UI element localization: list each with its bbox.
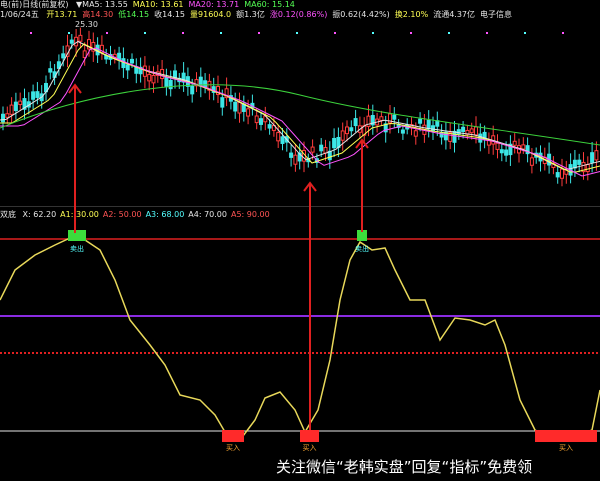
buy-signal-box [535,430,597,442]
candle-body [332,137,337,149]
candle-body [61,53,66,59]
candle-body [246,108,251,117]
candle-body [319,144,324,152]
watermark-text: 关注微信“老韩实盘”回复“指标”免费领 [276,458,533,476]
candle-body [474,126,478,136]
candle-body [353,118,358,127]
top-marker [524,32,526,34]
candle-body [529,157,534,166]
candle-body [418,118,423,124]
candle-body [590,152,595,163]
sell-signal-box [68,230,86,241]
top-marker [30,32,32,34]
candle-body [13,101,18,112]
candle-body [35,91,40,98]
candle-body [379,116,384,121]
top-marker [106,32,108,34]
candle-body [512,140,517,146]
candle-body [31,91,36,100]
top-marker [258,32,260,34]
candle-body [439,131,444,138]
candle-body [504,149,509,156]
candle-body [495,142,500,150]
candle-body [168,79,173,90]
candle-body [345,126,349,135]
candle-body [254,115,259,124]
candle-body [349,127,354,132]
candle-body [452,130,457,143]
candle-body [203,80,208,88]
candle-body [426,119,431,130]
price-panel[interactable] [0,27,600,187]
top-marker [372,32,374,34]
buy-signal-label: 买入 [559,444,573,452]
candle-body [400,129,405,134]
chart-canvas[interactable]: 卖出 卖出买入 买入 买入 [0,0,600,481]
candle-body [572,159,577,169]
candle-body [125,64,130,71]
candle-body [220,97,225,108]
candle-body [237,101,242,114]
indicator-curve [0,237,600,441]
candle-body [413,130,418,137]
top-marker [182,32,184,34]
top-marker [68,32,70,34]
candle-body [555,172,560,178]
candle-body [461,126,466,132]
candle-body [486,140,491,146]
candle-body [48,68,53,73]
candle-body [276,132,281,142]
buy-signal-box [300,430,319,442]
candle-body [560,168,564,179]
candle-body [323,147,328,154]
candle-body [499,149,504,154]
candle-body [164,77,169,87]
candle-body [1,113,5,123]
candle-body [18,100,23,106]
candle-body [431,125,435,132]
candle-body [9,104,14,115]
candle-body [280,136,285,144]
candle-body [469,128,474,134]
candle-body [340,130,345,141]
candle-body [130,58,134,64]
candle-body [233,101,238,112]
candle-body [5,113,10,118]
candle-body [78,34,83,42]
top-marker [562,32,564,34]
sell-signal-label: 卖出 [355,244,369,253]
candle-body [577,159,582,165]
sell-signal-label: 卖出 [70,244,84,253]
candle-body [147,74,152,82]
buy-signal-box [222,430,244,442]
top-marker [448,32,450,34]
candle-body [293,154,298,165]
top-marker [220,32,222,34]
candle-body [310,146,315,153]
candle-body [259,118,263,125]
top-marker [296,32,298,34]
candle-body [521,144,526,150]
candle-body [585,164,590,173]
top-marker [334,32,336,34]
candle-body [267,124,272,129]
candle-body [151,75,156,84]
candle-body [190,85,195,95]
buy-signal-label: 买入 [226,444,240,452]
candle-body [594,150,599,161]
candle-body [289,152,294,158]
top-marker [486,32,488,34]
top-marker [144,32,146,34]
buy-signal-label: 买入 [303,444,317,452]
candle-body [69,39,74,44]
candle-body [392,114,397,120]
top-marker [410,32,412,34]
